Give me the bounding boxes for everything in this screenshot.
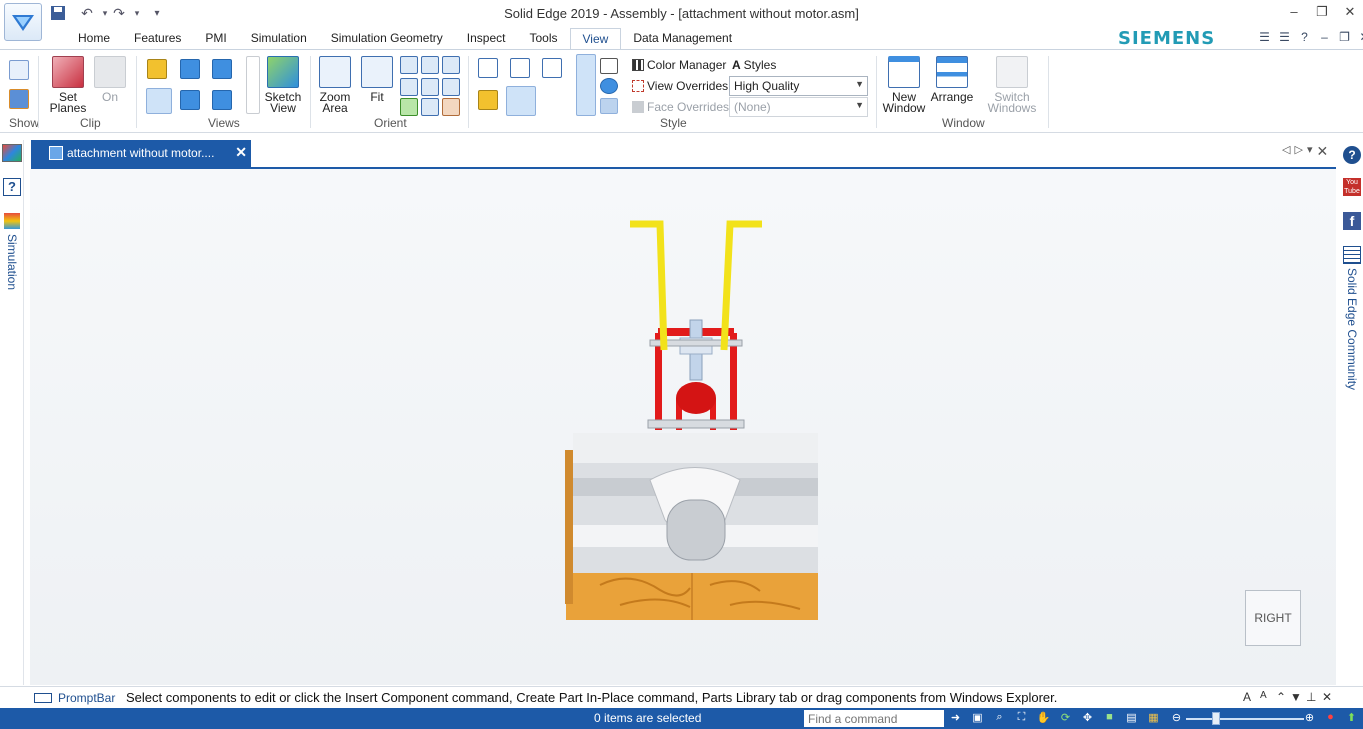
promptbar-message: Select components to edit or click the I…: [126, 690, 1058, 705]
record-icon[interactable]: ●: [1323, 711, 1338, 726]
fit-status-icon[interactable]: ⛶: [1014, 711, 1029, 726]
font-decrease-icon[interactable]: A: [1260, 690, 1267, 701]
spin-status-icon[interactable]: ✥: [1080, 711, 1095, 726]
prompt-bar: PromptBar Select components to edit or c…: [0, 686, 1363, 708]
quick-pick-icon[interactable]: ▦: [1146, 711, 1161, 726]
selection-status: 0 items are selected: [594, 711, 702, 725]
font-increase-icon[interactable]: A: [1243, 690, 1251, 704]
select-tool-icon[interactable]: ■: [1102, 711, 1117, 726]
zoom-area-status-icon[interactable]: ▣: [970, 711, 985, 726]
assembly-model[interactable]: [0, 0, 1363, 729]
promptbar-collapse-icon[interactable]: ▼: [1290, 690, 1302, 704]
zoom-in-icon[interactable]: ⊕: [1302, 711, 1317, 726]
pin-icon[interactable]: ⊥: [1306, 690, 1316, 704]
window-status-icon[interactable]: ▤: [1124, 711, 1139, 726]
bottom-axle: [647, 419, 745, 429]
guard-rail-top: [573, 433, 818, 463]
rail-block: [666, 499, 726, 561]
zoom-out-icon[interactable]: ⊖: [1169, 711, 1184, 726]
promptbar-label: PromptBar: [58, 691, 116, 705]
status-bar: 0 items are selected ➜ ▣ ⌕ ⛶ ✋ ⟳ ✥ ■ ▤ ▦…: [0, 708, 1363, 729]
promptbar-icon: [34, 693, 52, 703]
promptbar-expand-icon[interactable]: ⌃: [1276, 690, 1286, 704]
view-cube[interactable]: RIGHT: [1245, 590, 1301, 646]
wood-side: [565, 450, 573, 604]
view-cube-label: RIGHT: [1254, 611, 1292, 625]
run-command-icon[interactable]: ➜: [948, 711, 963, 726]
rotate-status-icon[interactable]: ⟳: [1058, 711, 1073, 726]
red-bracket: [676, 382, 716, 414]
upload-icon[interactable]: ⬆: [1344, 711, 1359, 726]
zoom-status-icon[interactable]: ⌕: [992, 711, 1007, 726]
find-command-input[interactable]: [804, 710, 944, 727]
pan-status-icon[interactable]: ✋: [1036, 711, 1051, 726]
promptbar-close-icon[interactable]: ✕: [1322, 690, 1332, 704]
frame-right-post: [730, 333, 737, 430]
zoom-slider-track[interactable]: [1186, 718, 1304, 720]
zoom-slider-thumb[interactable]: [1212, 712, 1220, 725]
